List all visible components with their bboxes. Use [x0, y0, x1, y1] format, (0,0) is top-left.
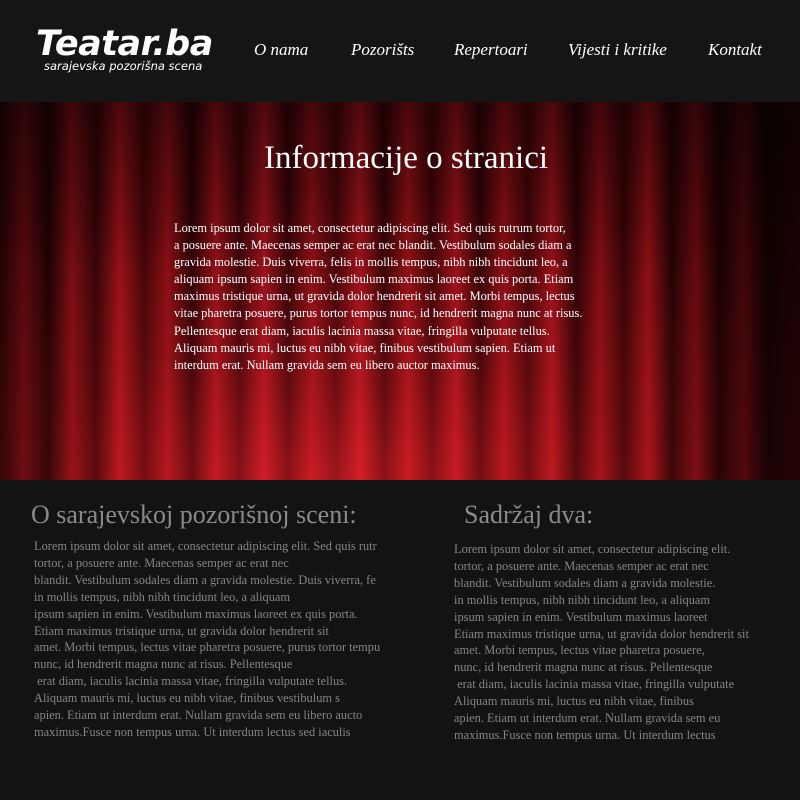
main-nav: O nama Pozorišts Repertoari Vijesti i kr…	[0, 40, 800, 62]
left-column-text: Lorem ipsum dolor sit amet, consectetur …	[34, 539, 381, 739]
right-column-heading: Sadržaj dva:	[464, 500, 594, 529]
nav-pozoriste[interactable]: Pozorišts	[351, 40, 414, 60]
nav-repertoari[interactable]: Repertoari	[454, 40, 528, 60]
left-column-heading: O sarajevskoj pozorišnoj sceni:	[31, 500, 357, 529]
right-column-text: Lorem ipsum dolor sit amet, consectetur …	[454, 542, 749, 742]
hero-banner: Informacije o stranici Lorem ipsum dolor…	[0, 102, 800, 480]
nav-vijesti-i-kritike[interactable]: Vijesti i kritike	[568, 40, 667, 60]
site-header: Teatar.ba sarajevska pozorišna scena O n…	[0, 0, 800, 102]
content-section: O sarajevskoj pozorišnoj sceni: Lorem ip…	[0, 480, 800, 800]
page-title: Informacije o stranici	[263, 140, 549, 176]
nav-kontakt[interactable]: Kontakt	[708, 40, 762, 60]
hero-description: Lorem ipsum dolor sit amet, consectetur …	[174, 221, 583, 372]
nav-o-nama[interactable]: O nama	[254, 40, 308, 60]
